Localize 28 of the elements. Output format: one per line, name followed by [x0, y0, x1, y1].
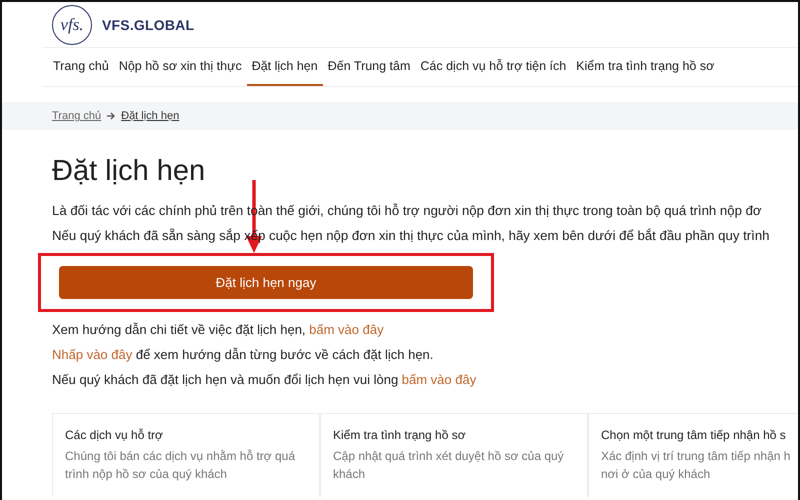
info-card[interactable]: Các dịch vụ hỗ trợ Chúng tôi bán các dịch vụ nhằm hỗ trợ quá trình nộp hồ sơ của quý khách [52, 413, 320, 497]
info-card[interactable]: Chọn một trung tâm tiếp nhận hồ s Xác định vị trí trung tâm tiếp nhận h nơi ở của quý khách [588, 413, 798, 497]
card-title: Chọn một trung tâm tiếp nhận hồ s [601, 428, 787, 442]
info-card[interactable]: Kiểm tra tình trạng hồ sơ Cập nhật quá trình xét duyệt hồ sơ của quý khách [320, 413, 588, 497]
nav-tab[interactable]: Đến Trung tâm [322, 48, 416, 86]
link[interactable]: Nhấp vào đây [52, 347, 132, 362]
arrow-right-icon [106, 111, 116, 121]
breadcrumb-link[interactable]: Trang chủ [52, 110, 102, 122]
card-description: Xác định vị trí trung tâm tiếp nhận h nơi ở của quý khách [601, 448, 792, 483]
nav-tab[interactable]: Đặt lịch hẹn [246, 48, 323, 86]
help-text: Xem hướng dẫn chi tiết về việc đặt lịch hẹn, bấm vào đây [52, 322, 385, 337]
book-appointment-button[interactable]: Đặt lịch hẹn ngay [59, 266, 473, 299]
brand-name: VFS.GLOBAL [102, 17, 194, 33]
help-text: Nhấp vào đây để xem hướng dẫn từng bước về cách đặt lịch hẹn. [52, 347, 434, 362]
link[interactable]: bấm vào đây [402, 372, 476, 387]
logo-badge[interactable]: vfs. [52, 5, 92, 45]
nav-tab[interactable]: Kiểm tra tình trạng hồ sơ [571, 48, 720, 86]
page-title: Đặt lịch hẹn [52, 155, 206, 188]
breadcrumb-link[interactable]: Đặt lịch hẹn [121, 110, 180, 122]
card-title: Kiểm tra tình trạng hồ sơ [333, 428, 467, 442]
help-text: Nếu quý khách đã đặt lịch hẹn và muốn đổi lịch hẹn vui lòng bấm vào đây [52, 372, 478, 387]
nav-tab[interactable]: Các dịch vụ hỗ trợ tiện ích [415, 48, 572, 86]
nav-tab[interactable]: Trang chủ [52, 48, 114, 86]
link[interactable]: bấm vào đây [309, 322, 384, 337]
card-description: Cập nhật quá trình xét duyệt hồ sơ của quý khách [333, 448, 565, 483]
nav-tab[interactable]: Nộp hồ sơ xin thị thực [114, 48, 247, 86]
card-description: Chúng tôi bán các dịch vụ nhằm hỗ trợ quá trình nộp hồ sơ của quý khách [65, 448, 296, 483]
card-title: Các dịch vụ hỗ trợ [65, 428, 164, 442]
